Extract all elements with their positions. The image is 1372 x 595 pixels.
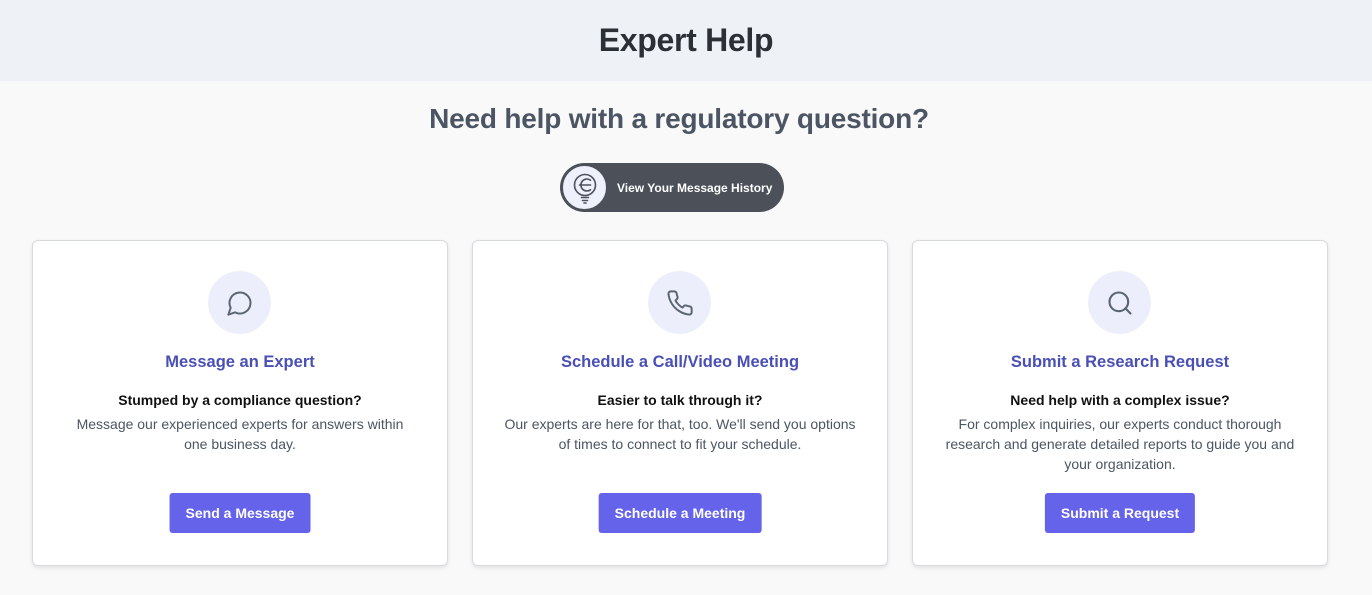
- view-message-history-button[interactable]: View Your Message History: [560, 163, 784, 212]
- card-title: Message an Expert: [165, 353, 315, 371]
- schedule-meeting-button[interactable]: Schedule a Meeting: [598, 493, 762, 533]
- card-description: Message our experienced experts for answ…: [76, 416, 404, 452]
- card-schedule-meeting: Schedule a Call/Video Meeting Easier to …: [472, 240, 888, 566]
- card-title: Submit a Research Request: [1010, 353, 1230, 371]
- send-message-button[interactable]: Send a Message: [169, 493, 311, 533]
- card-message-expert: Message an Expert Stumped by a complianc…: [32, 240, 448, 566]
- history-button-label: View Your Message History: [617, 180, 773, 195]
- page-header: Expert Help: [0, 0, 1372, 81]
- card-description: For complex inquiries, our experts condu…: [945, 416, 1295, 472]
- lightbulb-icon: [561, 164, 608, 211]
- card-heading: Need help with a complex issue?: [1010, 392, 1230, 408]
- phone-icon: [648, 271, 711, 334]
- submit-request-button[interactable]: Submit a Request: [1044, 493, 1196, 533]
- card-title: Schedule a Call/Video Meeting: [560, 353, 800, 371]
- chat-bubble-icon: [208, 271, 271, 334]
- card-description: Our experts are here for that, too. We'l…: [504, 416, 856, 452]
- card-heading: Stumped by a compliance question?: [118, 392, 362, 408]
- card-heading: Easier to talk through it?: [597, 392, 763, 408]
- card-research-request: Submit a Research Request Need help with…: [912, 240, 1328, 566]
- search-icon: [1088, 271, 1151, 334]
- page-subtitle: Need help with a regulatory question?: [429, 103, 929, 134]
- page-title: Expert Help: [598, 22, 774, 58]
